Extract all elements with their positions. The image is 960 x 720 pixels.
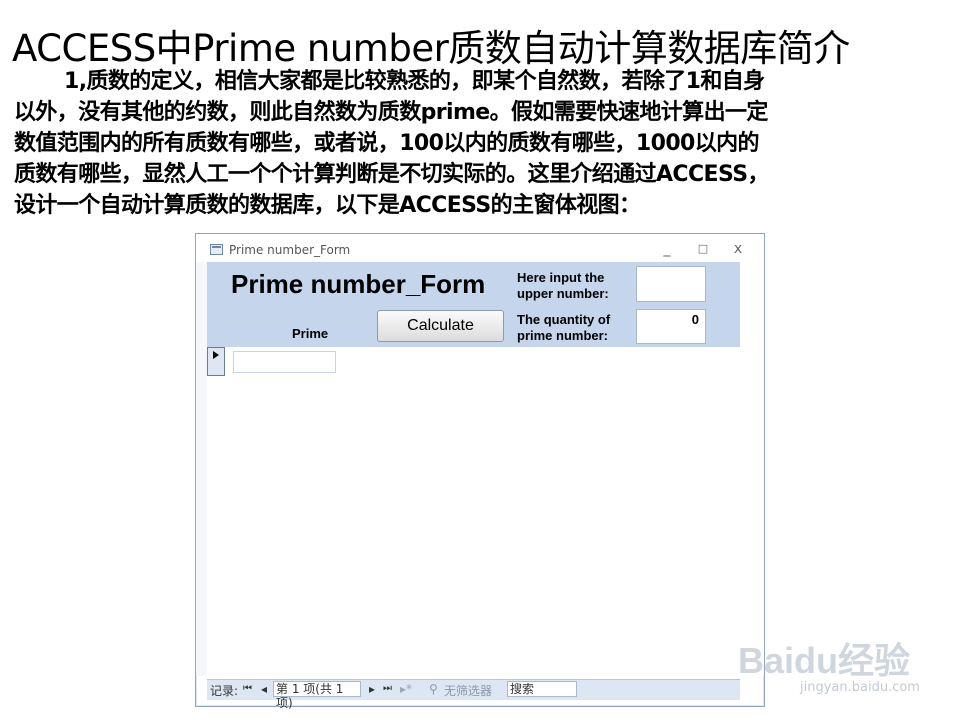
paragraph-line: 数值范围内的所有质数有哪些，或者说，100以内的质数有哪些，1000以内的 <box>14 131 760 156</box>
record-label: 记录: <box>210 684 239 698</box>
record-navigation-bar: 记录: ⏮ ◂ 第 1 项(共 1 项) ▸ ⏭ ▸* ⚲ 无筛选器 搜索 <box>207 679 740 710</box>
minimize-button[interactable]: _ <box>656 240 678 258</box>
calculate-button[interactable]: Calculate <box>377 310 504 342</box>
prev-record-button[interactable]: ◂ <box>261 682 267 696</box>
window-titlebar[interactable]: Prime number_Form _ □ x <box>196 234 764 262</box>
no-filter-button[interactable]: 无筛选器 <box>444 682 492 699</box>
intro-paragraph: 1,质数的定义，相信大家都是比较熟悉的，即某个自然数，若除了1和自身 以外，没有… <box>14 66 944 221</box>
slide-title: ACCESS中Prime number质数自动计算数据库简介 <box>12 27 850 70</box>
paragraph-line: 1,质数的定义，相信大家都是比较熟悉的，即某个自然数，若除了1和自身 <box>64 69 765 94</box>
access-form-window: Prime number_Form _ □ x Prime number_For… <box>195 233 765 710</box>
paragraph-line: 以外，没有其他的约数，则此自然数为质数prime。假如需要快速地计算出一定 <box>14 100 768 125</box>
right-border <box>740 262 764 676</box>
record-position-input[interactable]: 第 1 项(共 1 项) <box>273 681 361 710</box>
window-title: Prime number_Form <box>229 243 351 257</box>
quantity-value[interactable]: 0 <box>636 309 706 344</box>
filter-icon: ⚲ <box>429 682 438 696</box>
form-left-border <box>196 262 207 676</box>
new-record-button[interactable]: ▸* <box>400 682 412 696</box>
form-header: Prime number_Form Here input the upper n… <box>207 262 740 347</box>
form-heading: Prime number_Form <box>231 269 486 299</box>
prime-field[interactable] <box>233 351 336 373</box>
record-selector[interactable] <box>207 347 225 376</box>
first-record-button[interactable]: ⏮ <box>243 683 252 694</box>
form-icon <box>210 244 223 255</box>
paragraph-line: 设计一个自动计算质数的数据库，以下是ACCESS的主窗体视图： <box>14 193 641 218</box>
watermark-url: jingyan.baidu.com <box>800 680 920 695</box>
prime-column-label: Prime <box>292 326 329 341</box>
close-button[interactable]: x <box>727 240 749 258</box>
quantity-label: The quantity of prime number: <box>517 312 611 343</box>
paragraph-line: 质数有哪些，显然人工一个个计算判断是不切实际的。这里介绍通过ACCESS， <box>14 162 769 187</box>
next-record-button[interactable]: ▸ <box>369 682 375 696</box>
form-detail <box>207 347 740 676</box>
search-input[interactable]: 搜索 <box>507 681 577 697</box>
upper-number-input[interactable] <box>636 266 706 302</box>
maximize-button[interactable]: □ <box>692 240 714 258</box>
watermark-logo: Baidu经验 <box>738 640 911 681</box>
last-record-button[interactable]: ⏭ <box>383 683 392 694</box>
upper-number-label: Here input the upper number: <box>517 270 609 301</box>
